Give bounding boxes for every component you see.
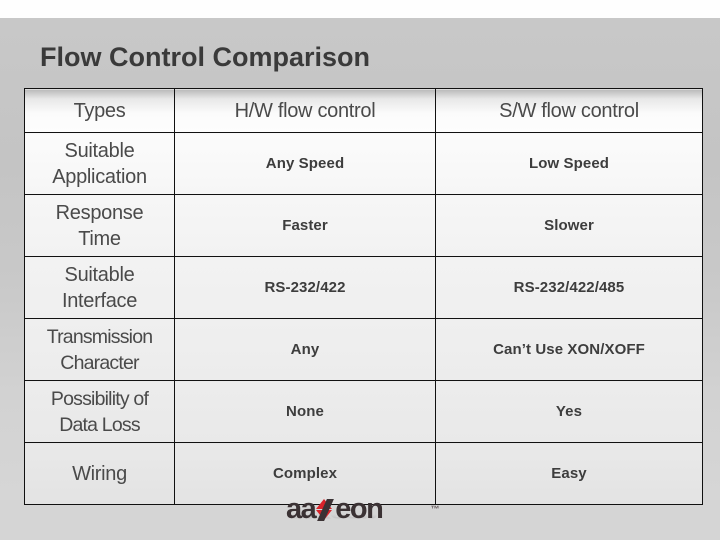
logo-reflection: aaxeon (286, 514, 377, 523)
slide-canvas: Flow Control Comparison Types H/W flow c… (0, 0, 720, 540)
table-row: Possibility of Data Loss None Yes (24, 380, 703, 443)
row-label: Suitable Application (24, 132, 175, 195)
table-row: Transmission Character Any Can’t Use XON… (24, 318, 703, 381)
column-header-sw-flow-control: S/W flow control (435, 88, 703, 133)
flow-control-comparison-table: Types H/W flow control S/W flow control … (24, 88, 703, 505)
table-row: Suitable Application Any Speed Low Speed (24, 132, 703, 195)
row-label: Wiring (24, 442, 175, 505)
aaxeon-logo: aa eon ™ aaxeon (286, 494, 439, 538)
cell-sw: Can’t Use XON/XOFF (435, 318, 703, 381)
column-header-types: Types (24, 88, 175, 133)
cell-hw: Any (174, 318, 436, 381)
row-label: Possibility of Data Loss (24, 380, 175, 443)
comparison-table-wrapper: Types H/W flow control S/W flow control … (24, 88, 703, 505)
table-row: Response Time Faster Slower (24, 194, 703, 257)
row-label: Response Time (24, 194, 175, 257)
table-header-row: Types H/W flow control S/W flow control (24, 88, 703, 133)
cell-hw: Faster (174, 194, 436, 257)
column-header-hw-flow-control: H/W flow control (174, 88, 436, 133)
cell-sw: Yes (435, 380, 703, 443)
top-white-band (0, 0, 720, 18)
cell-sw: Easy (435, 442, 703, 505)
table-row: Suitable Interface RS-232/422 RS-232/422… (24, 256, 703, 319)
cell-hw: RS-232/422 (174, 256, 436, 319)
cell-sw: Low Speed (435, 132, 703, 195)
cell-hw: Any Speed (174, 132, 436, 195)
cell-sw: Slower (435, 194, 703, 257)
cell-hw: None (174, 380, 436, 443)
row-label: Transmission Character (24, 318, 175, 381)
page-title: Flow Control Comparison (40, 42, 370, 72)
row-label: Suitable Interface (24, 256, 175, 319)
cell-sw: RS-232/422/485 (435, 256, 703, 319)
